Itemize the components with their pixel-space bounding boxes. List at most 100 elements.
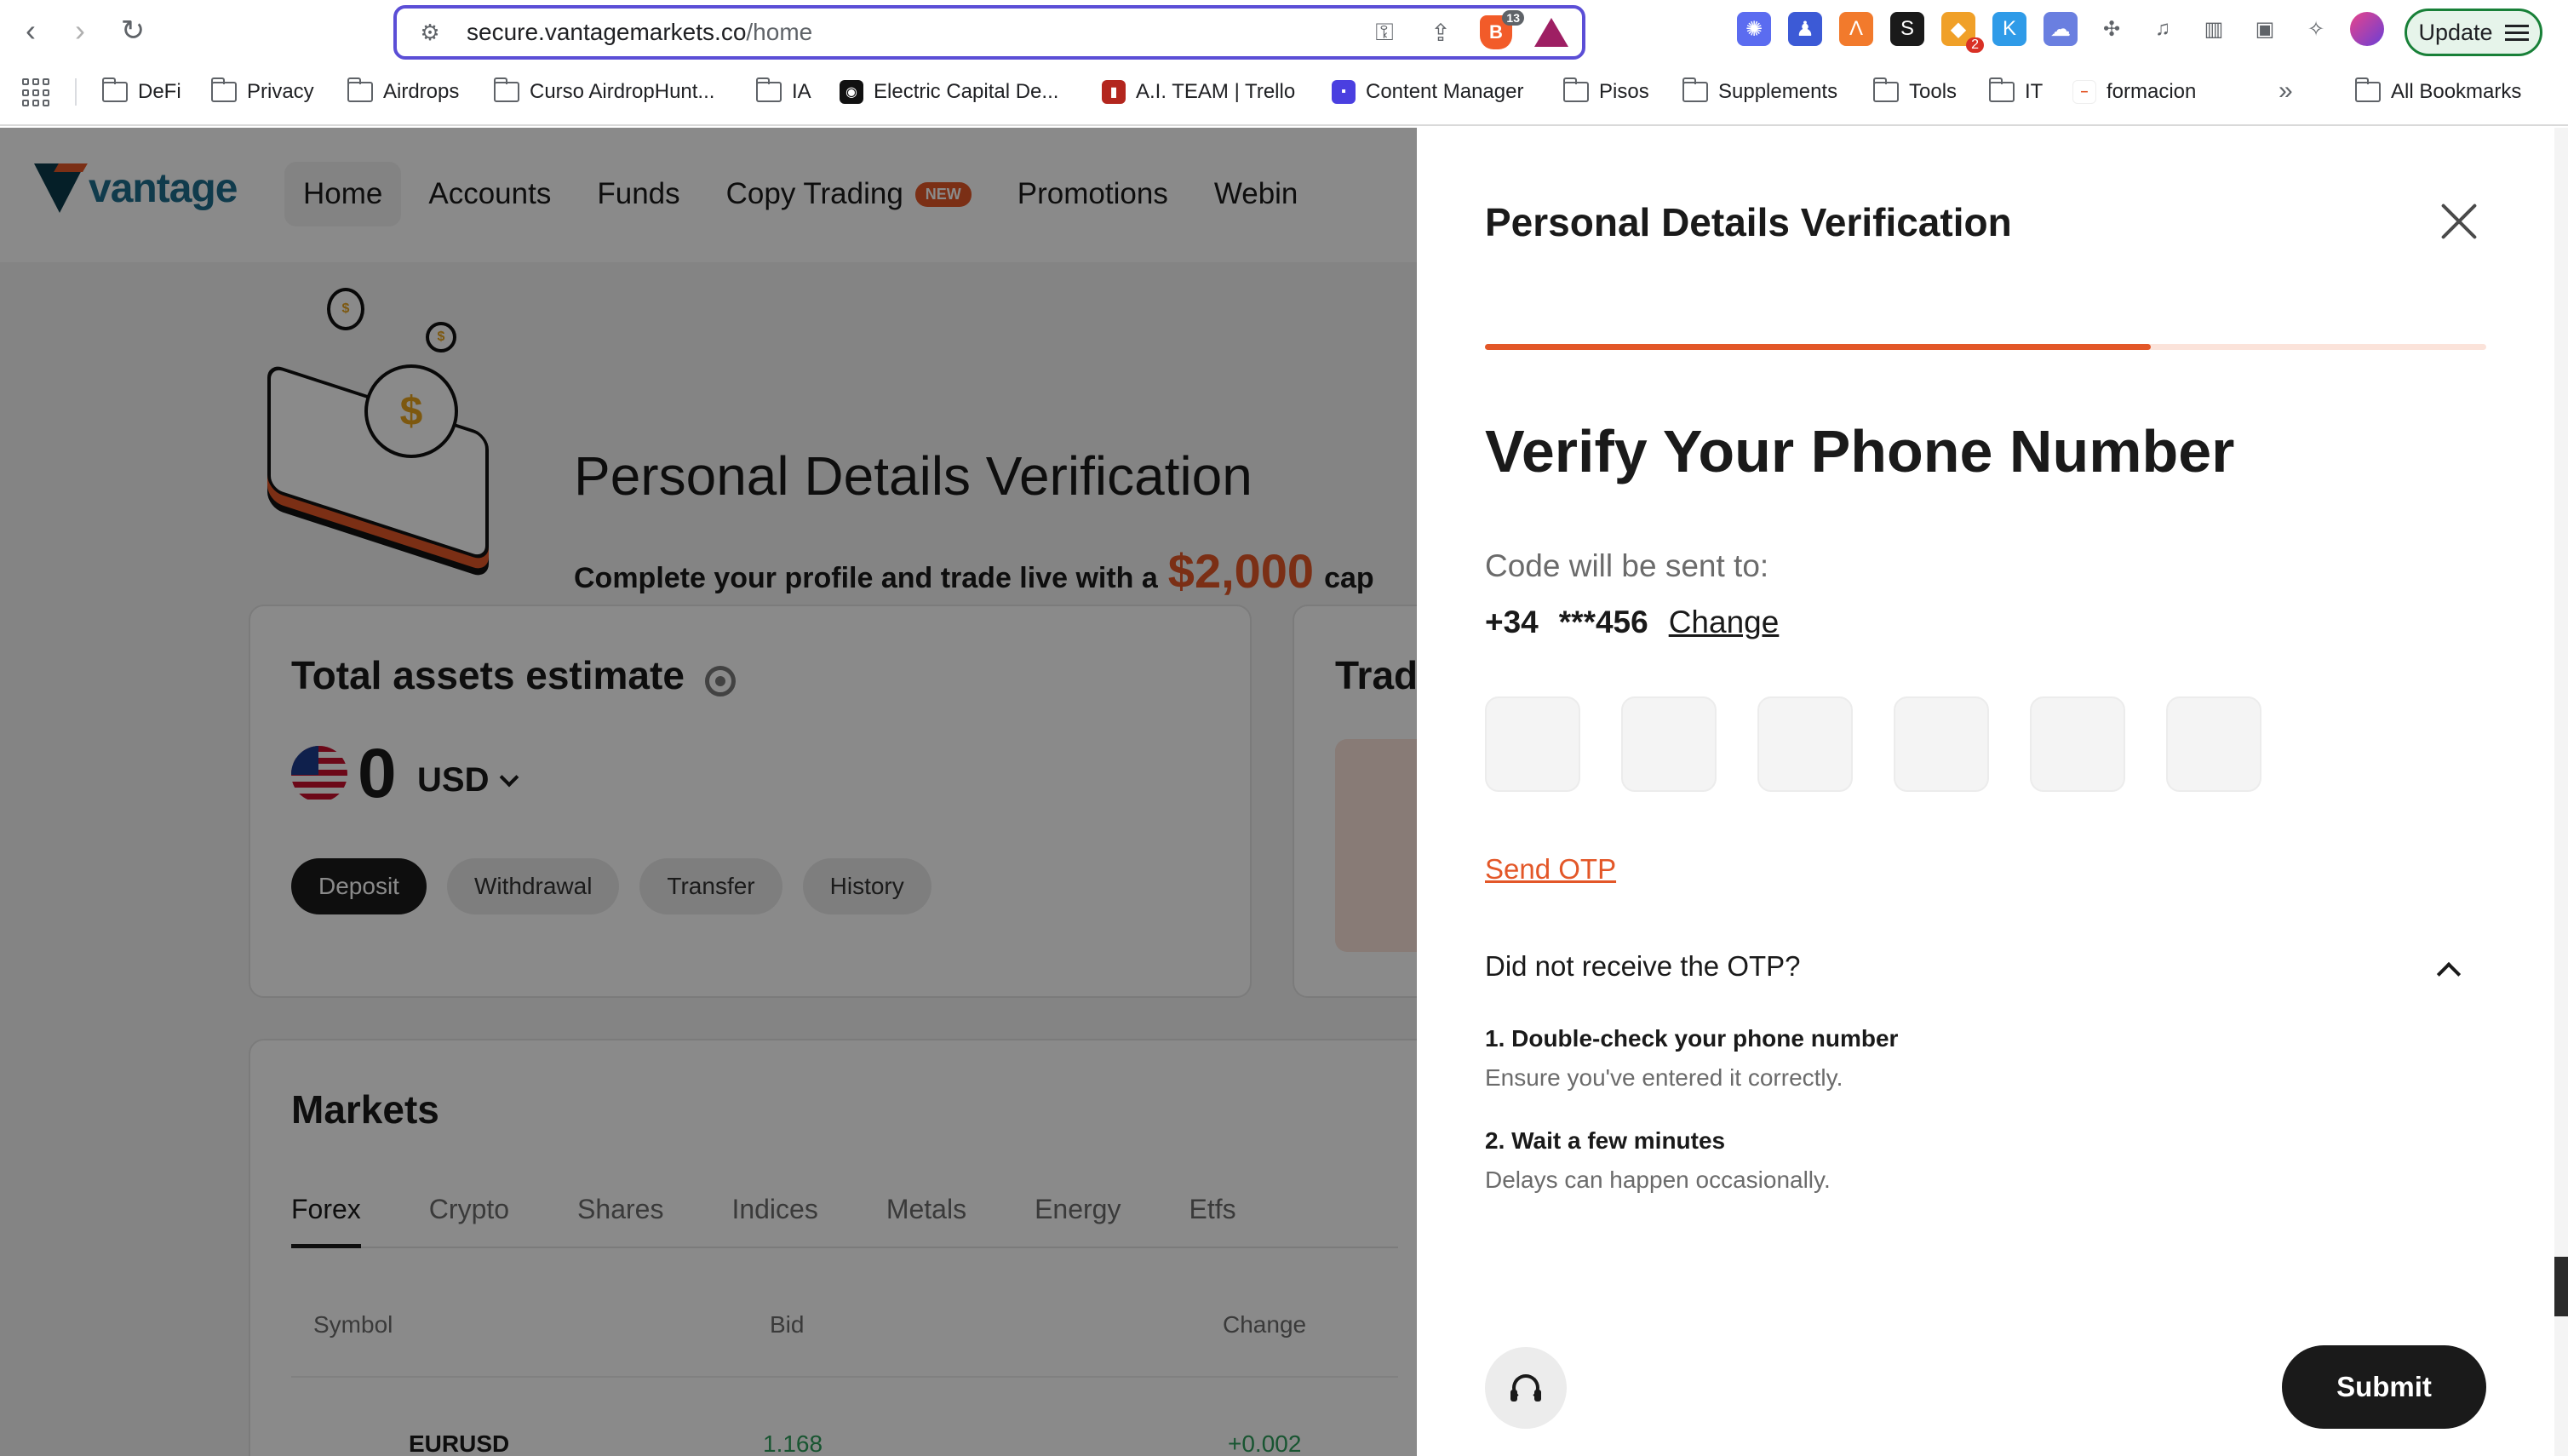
bookmark-label: formacion: [2107, 80, 2197, 103]
bookmark-trello[interactable]: ▮ A.I. TEAM | Trello: [1102, 77, 1295, 107]
bookmark-label: IT: [2025, 80, 2044, 103]
extension-gear-icon[interactable]: ✺: [1737, 12, 1771, 46]
extension-k-icon[interactable]: K: [1992, 12, 2026, 46]
extension-person-icon[interactable]: ♟: [1788, 12, 1822, 46]
country-code: +34: [1485, 605, 1539, 639]
extension-a-icon[interactable]: Ʌ: [1839, 12, 1873, 46]
leo-ai-icon[interactable]: ✧: [2299, 12, 2333, 46]
masked-phone: ***456: [1558, 605, 1648, 639]
extensions-row: ✺ ♟ Ʌ S ◆ 2 K ☁ ✣ ♫ ▥ ▣ ✧: [1737, 12, 2384, 53]
share-icon[interactable]: ⇪: [1424, 15, 1458, 49]
forward-arrow-icon[interactable]: ›: [61, 12, 99, 49]
bookmark-formacion[interactable]: – formacion: [2072, 77, 2196, 107]
bookmark-label: DeFi: [138, 80, 181, 103]
bookmark-privacy[interactable]: Privacy: [211, 77, 314, 107]
electric-capital-favicon: ◉: [840, 80, 863, 104]
bookmarks-bar: DeFi Privacy Airdrops Curso AirdropHunt.…: [0, 70, 2568, 114]
change-number-link[interactable]: Change: [1669, 605, 1780, 640]
code-label: Code will be sent to:: [1485, 548, 1769, 583]
bookmark-label: Tools: [1909, 80, 1958, 103]
browser-toolbar: ‹ › ↻ ⚙ secure.vantagemarkets.co/home ⚿ …: [0, 0, 2568, 65]
back-arrow-icon[interactable]: ‹: [12, 12, 49, 49]
folder-icon: [1989, 77, 2015, 102]
modal-backdrop[interactable]: [0, 128, 1419, 1456]
scroll-marker: [2553, 1257, 2568, 1316]
bookmark-curso-airdrophunt[interactable]: Curso AirdropHunt...: [494, 77, 714, 107]
bookmark-label: Content Manager: [1366, 80, 1524, 103]
folder-icon: [1682, 77, 1708, 102]
bookmark-label: IA: [792, 80, 811, 103]
folder-icon: [756, 77, 782, 102]
key-icon[interactable]: ⚿: [1367, 15, 1402, 49]
extension-s-icon[interactable]: S: [1890, 12, 1924, 46]
otp-digit-5[interactable]: [2030, 696, 2125, 792]
otp-digit-1[interactable]: [1485, 696, 1580, 792]
update-label: Update: [2418, 19, 2493, 45]
url-text[interactable]: secure.vantagemarkets.co/home: [467, 19, 812, 46]
otp-digit-4[interactable]: [1894, 696, 1989, 792]
sidebar-toggle-icon[interactable]: ▥: [2197, 12, 2231, 46]
formacion-favicon: –: [2072, 80, 2096, 104]
bookmark-airdrops[interactable]: Airdrops: [347, 77, 459, 107]
folder-icon: [2355, 77, 2381, 102]
content-manager-favicon: ▪: [1332, 80, 1356, 104]
bookmark-it[interactable]: IT: [1989, 77, 2043, 107]
otp-help-toggle[interactable]: Did not receive the OTP?: [1485, 950, 1801, 983]
reload-icon[interactable]: ↻: [114, 12, 152, 49]
site-settings-icon[interactable]: ⚙: [416, 18, 444, 47]
page-scrollbar[interactable]: [2553, 128, 2568, 1456]
bookmark-electric-capital[interactable]: ◉ Electric Capital De...: [840, 77, 1058, 107]
phone-number-row: +34 ***456 Change: [1485, 605, 1779, 640]
brave-shields-icon[interactable]: B 13: [1480, 10, 1524, 49]
bookmark-content-manager[interactable]: ▪ Content Manager: [1332, 77, 1523, 107]
more-bookmarks-chevron-icon[interactable]: »: [2279, 77, 2293, 106]
wallet-icon[interactable]: ▣: [2248, 12, 2282, 46]
bookmark-separator: [75, 78, 77, 106]
submit-button[interactable]: Submit: [2282, 1345, 2486, 1429]
help-item-desc: Ensure you've entered it correctly.: [1485, 1064, 1843, 1091]
send-otp-link[interactable]: Send OTP: [1485, 853, 1616, 886]
folder-icon: [494, 77, 519, 102]
bookmark-pisos[interactable]: Pisos: [1563, 77, 1649, 107]
chevron-up-icon[interactable]: [2436, 961, 2462, 987]
extension-cloud-icon[interactable]: ☁: [2044, 12, 2078, 46]
url-host: secure.vantagemarkets.co: [467, 19, 747, 45]
menu-icon: [2504, 24, 2529, 41]
brave-rewards-icon[interactable]: [1534, 15, 1568, 49]
support-button[interactable]: [1485, 1347, 1567, 1429]
bookmark-ia[interactable]: IA: [756, 77, 811, 107]
bookmark-tools[interactable]: Tools: [1873, 77, 1957, 107]
all-bookmarks[interactable]: All Bookmarks: [2355, 77, 2521, 107]
profile-avatar-icon[interactable]: [2350, 12, 2384, 46]
progress-fill: [1485, 344, 2152, 350]
address-bar[interactable]: ⚙ secure.vantagemarkets.co/home ⚿ ⇪ B 13: [393, 5, 1585, 60]
help-item-title: 2. Wait a few minutes: [1485, 1127, 1726, 1154]
otp-digit-2[interactable]: [1621, 696, 1717, 792]
browser-chrome: ‹ › ↻ ⚙ secure.vantagemarkets.co/home ⚿ …: [0, 0, 2568, 126]
bookmark-label: Supplements: [1718, 80, 1838, 103]
close-icon[interactable]: [2439, 201, 2479, 242]
help-item-desc: Delays can happen occasionally.: [1485, 1167, 1831, 1193]
bookmark-label: Privacy: [247, 80, 314, 103]
folder-icon: [211, 77, 237, 102]
bookmark-defi[interactable]: DeFi: [102, 77, 181, 107]
otp-digit-6[interactable]: [2166, 696, 2261, 792]
otp-digit-3[interactable]: [1757, 696, 1853, 792]
extension-metamask-icon[interactable]: ◆ 2: [1941, 12, 1984, 53]
bookmark-label: Electric Capital De...: [874, 80, 1059, 103]
trello-favicon: ▮: [1102, 80, 1126, 104]
verify-heading: Verify Your Phone Number: [1485, 418, 2235, 484]
folder-icon: [347, 77, 373, 102]
bookmark-label: Pisos: [1599, 80, 1649, 103]
progress-bar: [1485, 344, 2486, 350]
bookmark-supplements[interactable]: Supplements: [1682, 77, 1837, 107]
media-control-icon[interactable]: ♫: [2146, 12, 2180, 46]
help-item-title: 1. Double-check your phone number: [1485, 1025, 1899, 1052]
bookmark-label: Airdrops: [383, 80, 460, 103]
drawer-title: Personal Details Verification: [1485, 200, 2012, 244]
extensions-puzzle-icon[interactable]: ✣: [2095, 12, 2129, 46]
update-button[interactable]: Update: [2405, 9, 2542, 56]
folder-icon: [1563, 77, 1589, 102]
apps-grid-icon[interactable]: [22, 78, 51, 107]
folder-icon: [102, 77, 128, 102]
